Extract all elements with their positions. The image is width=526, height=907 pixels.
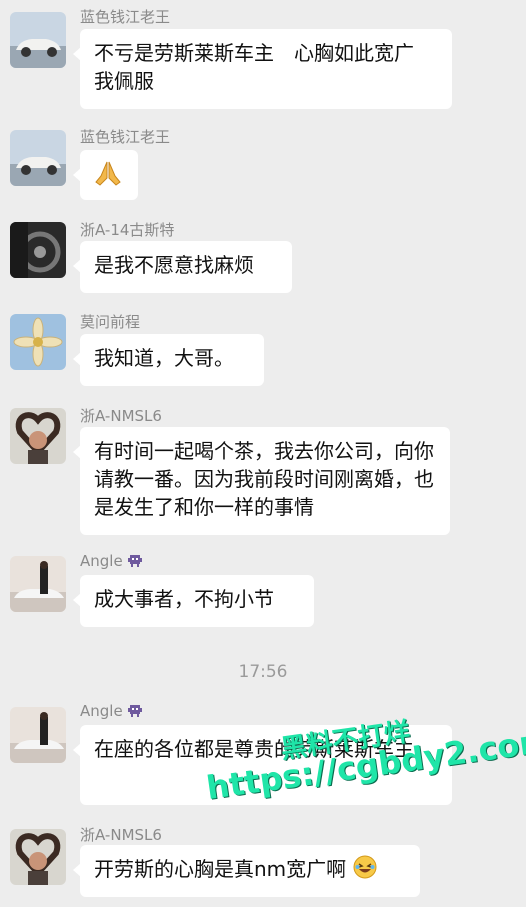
timestamp: 17:56 <box>238 662 288 682</box>
alien-icon <box>127 553 143 571</box>
avatar-person-car[interactable] <box>10 556 66 612</box>
message-bubble[interactable]: 不亏是劳斯莱斯车主 心胸如此宽广 我佩服 <box>73 29 452 109</box>
message-bubble[interactable]: 有时间一起喝个茶，我去你公司，向你请教一番。因为我前段时间刚离婚，也是发生了和你… <box>73 427 450 535</box>
sender-name: 蓝色钱江老王 <box>80 8 171 26</box>
avatar-white-car[interactable] <box>10 12 66 68</box>
message-bubble[interactable]: 开劳斯的心胸是真nm宽广啊 <box>73 845 420 897</box>
sender-name: 莫问前程 <box>80 313 141 331</box>
avatar-flower[interactable] <box>10 314 66 370</box>
sender-name: 浙A-NMSL6 <box>80 407 162 425</box>
message-bubble[interactable]: 我知道，大哥。 <box>73 334 264 386</box>
sender-name: 浙A-NMSL6 <box>80 826 162 844</box>
sender-name: 浙A-14古斯特 <box>80 221 175 239</box>
praying-hands-emoji <box>92 158 124 195</box>
avatar-person-car[interactable] <box>10 707 66 763</box>
sender-name-text: Angle <box>80 552 123 570</box>
avatar-heart-hands[interactable] <box>10 829 66 885</box>
avatar-steering-wheel[interactable] <box>10 222 66 278</box>
sender-name: Angle <box>80 702 143 721</box>
sender-name: Angle <box>80 552 143 571</box>
message-text: 开劳斯的心胸是真nm宽广啊 <box>94 857 347 881</box>
sender-name-text: Angle <box>80 702 123 720</box>
laughing-face-emoji <box>353 855 377 886</box>
avatar-white-car[interactable] <box>10 130 66 186</box>
message-bubble[interactable]: 成大事者，不拘小节 <box>73 575 314 627</box>
message-bubble[interactable] <box>73 150 138 200</box>
avatar-heart-hands[interactable] <box>10 408 66 464</box>
alien-icon <box>127 703 143 721</box>
message-bubble[interactable]: 是我不愿意找麻烦 <box>73 241 292 293</box>
sender-name: 蓝色钱江老王 <box>80 128 171 146</box>
